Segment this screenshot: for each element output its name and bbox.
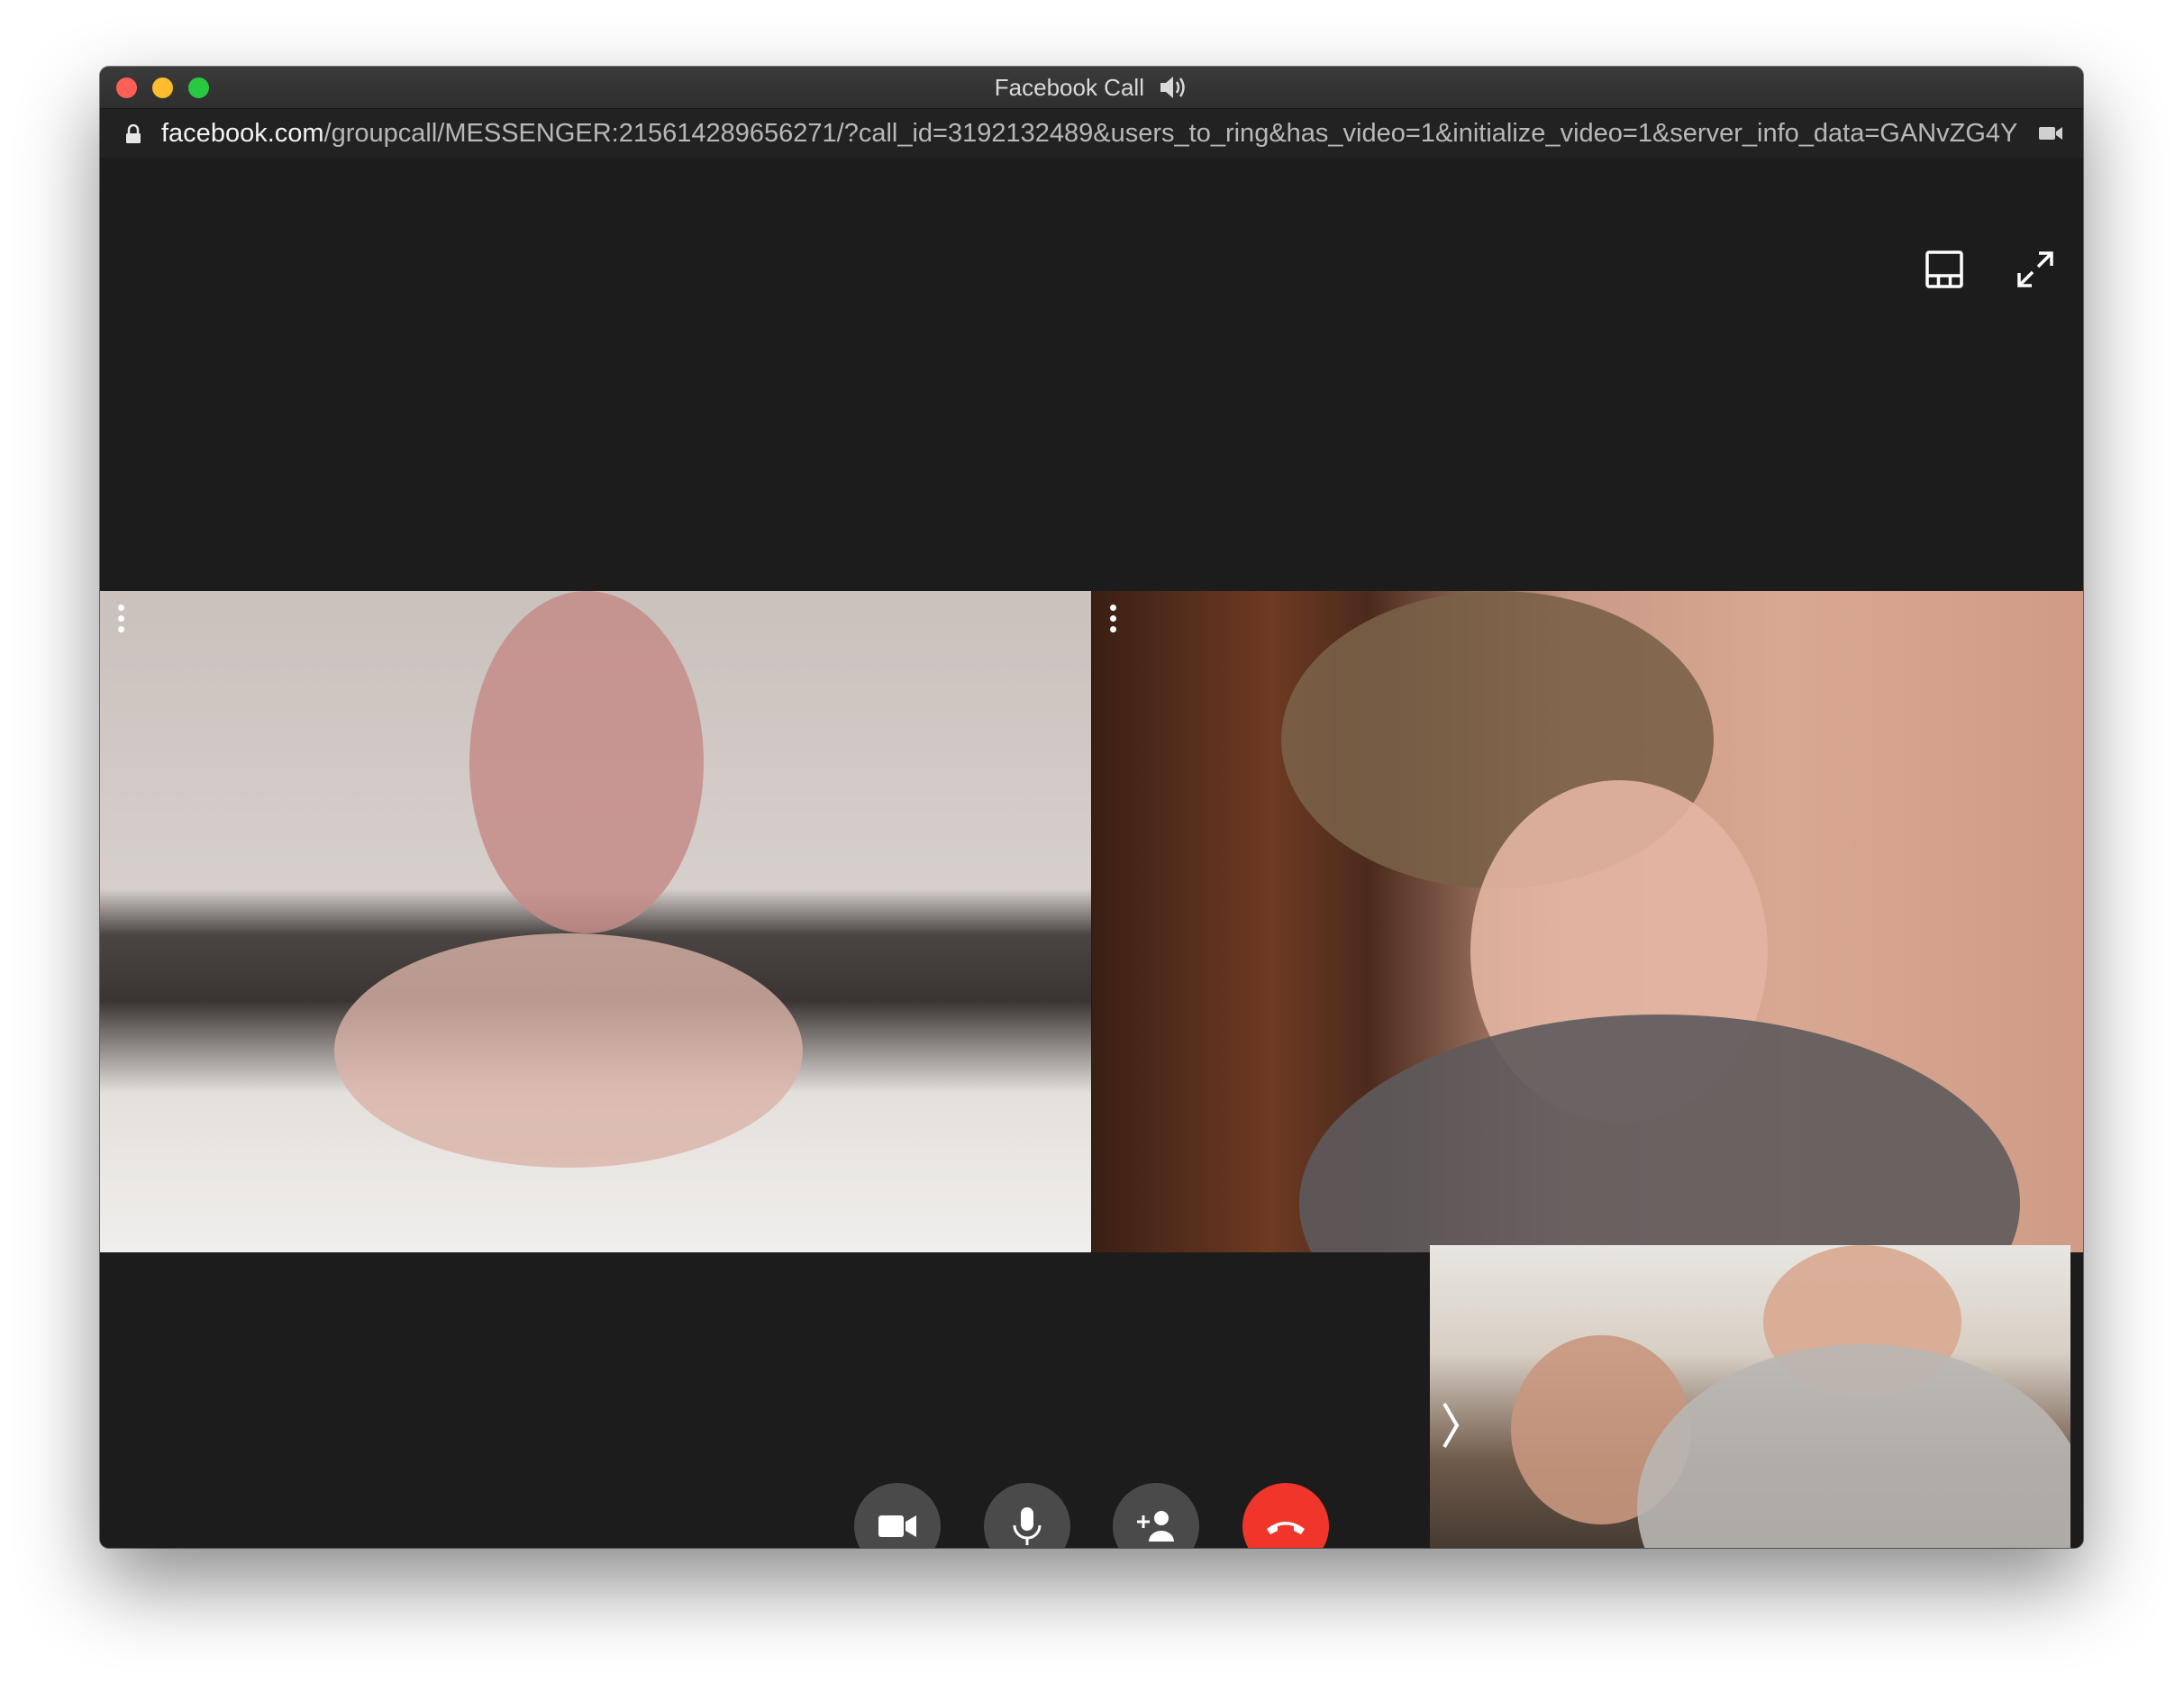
address-bar[interactable]: facebook.com/groupcall/MESSENGER:2156142… — [100, 109, 2083, 158]
participant-hoodie — [1299, 1014, 2020, 1252]
speaker-icon — [1160, 77, 1185, 98]
more-vertical-icon[interactable] — [114, 600, 127, 636]
lock-icon — [126, 124, 141, 143]
toggle-mic-button[interactable] — [984, 1483, 1070, 1548]
call-stage — [100, 158, 2083, 1548]
url-host: facebook.com — [161, 119, 324, 148]
expand-icon[interactable] — [2014, 248, 2057, 291]
layout-icon[interactable] — [1923, 248, 1966, 291]
microphone-icon — [1013, 1507, 1042, 1545]
window-title-container: Facebook Call — [100, 67, 2083, 108]
toggle-video-button[interactable] — [854, 1483, 941, 1548]
more-vertical-icon[interactable] — [1106, 600, 1119, 636]
participant-hoodie — [1637, 1344, 2070, 1548]
title-bar: Facebook Call — [100, 67, 2083, 109]
participant-body — [334, 933, 803, 1168]
window-title: Facebook Call — [994, 74, 1144, 101]
url-path: /groupcall/MESSENGER:215614289656271/?ca… — [323, 119, 2017, 148]
browser-window: Facebook Call facebook.com/groupcall/MES… — [100, 67, 2083, 1548]
self-view-video[interactable] — [1430, 1245, 2070, 1548]
video-camera-icon — [878, 1515, 916, 1537]
add-person-button[interactable] — [1113, 1483, 1199, 1548]
hang-up-icon — [1267, 1522, 1305, 1534]
camera-icon[interactable] — [2038, 125, 2063, 141]
participant-video-2[interactable] — [1092, 591, 2083, 1252]
add-person-icon — [1137, 1511, 1174, 1542]
end-call-button[interactable] — [1242, 1483, 1329, 1548]
chevron-right-icon[interactable] — [1439, 1398, 1462, 1452]
participant-video-1[interactable] — [100, 591, 1091, 1252]
participant-figure — [469, 591, 704, 933]
url-text[interactable]: facebook.com/groupcall/MESSENGER:2156142… — [161, 109, 2017, 158]
